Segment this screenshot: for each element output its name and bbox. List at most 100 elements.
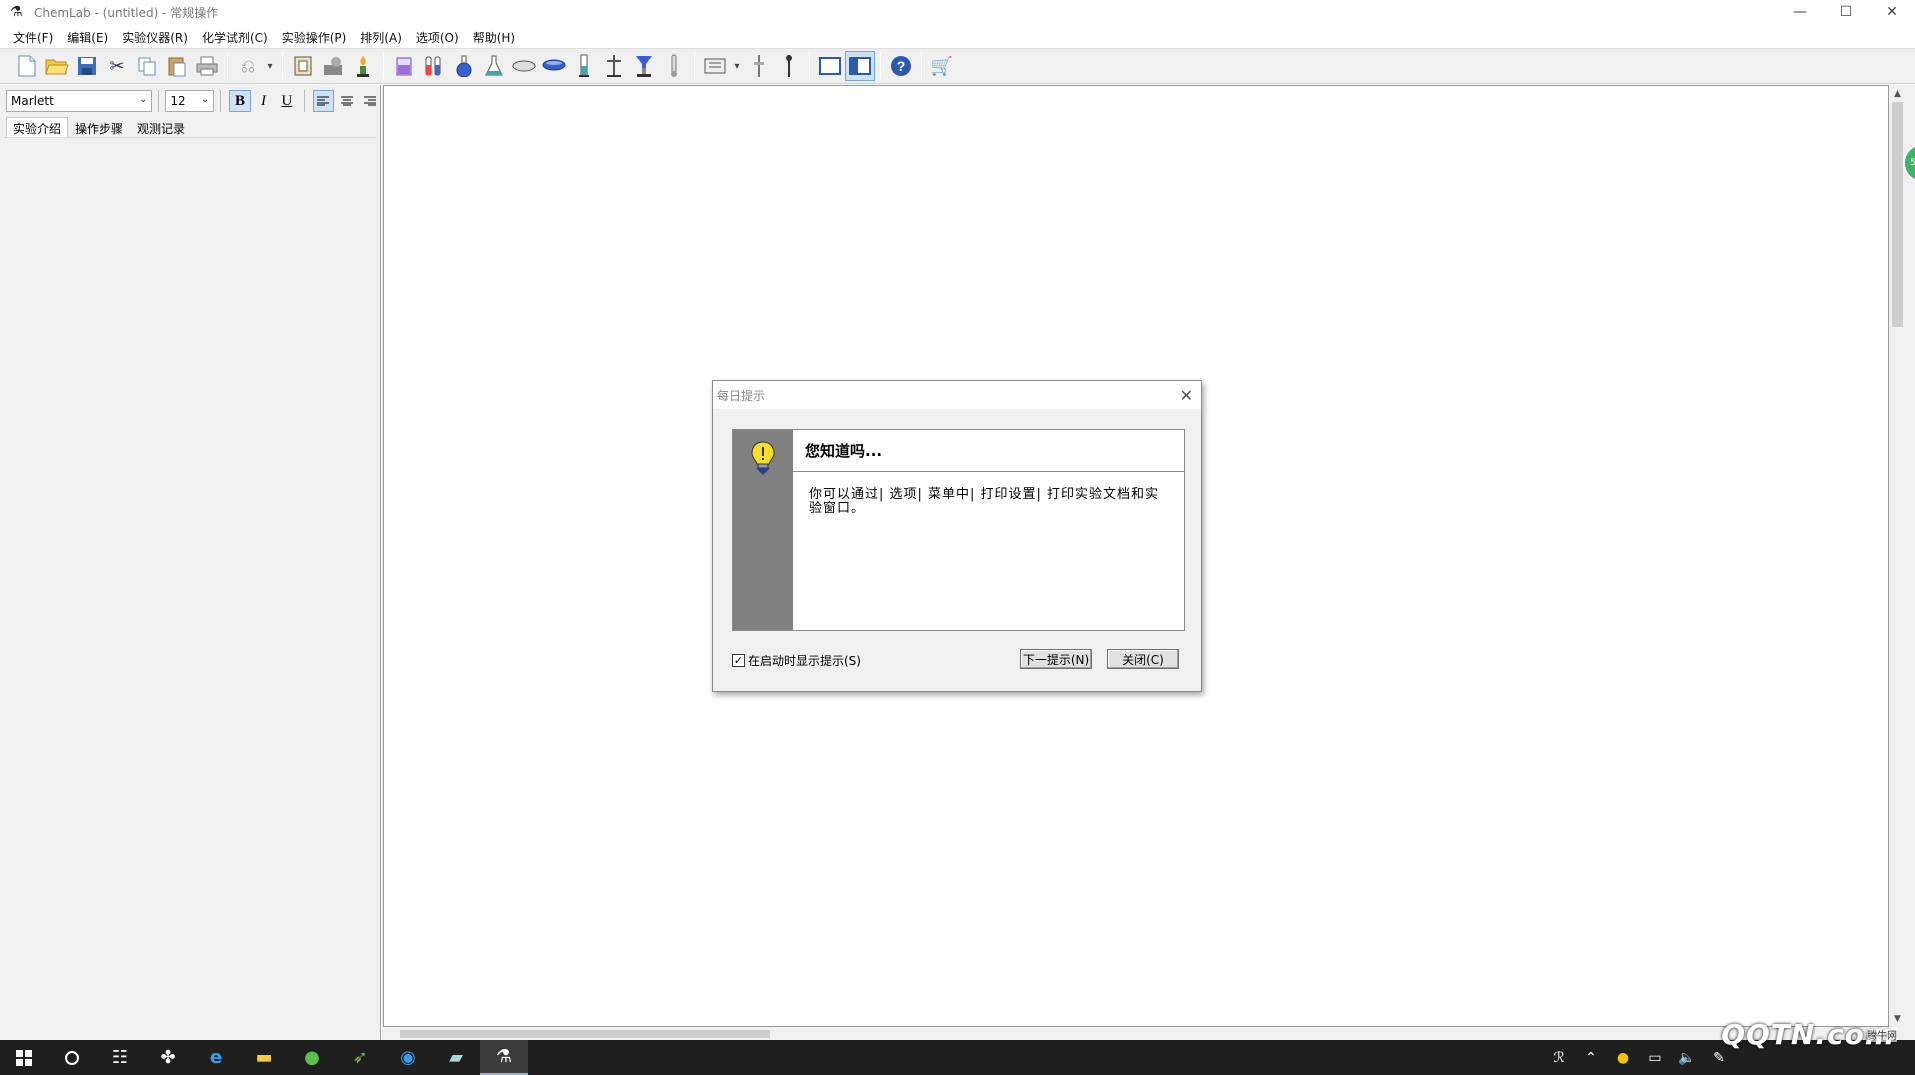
font-size-select[interactable]: 12 ⌄	[165, 90, 215, 112]
search-icon[interactable]	[48, 1040, 96, 1075]
chat-app-icon[interactable]: ◉	[384, 1040, 432, 1075]
dropdown-icon[interactable]: ▾	[263, 51, 277, 81]
font-select-value: Marlett	[11, 94, 54, 108]
edge-browser-icon[interactable]: e	[192, 1040, 240, 1075]
new-document-icon[interactable]	[12, 51, 42, 81]
pen-icon[interactable]: ✎	[1703, 1050, 1735, 1066]
menu-edit[interactable]: 编辑(E)	[60, 29, 115, 46]
people-icon[interactable]: ℛ	[1543, 1050, 1575, 1066]
vertical-scrollbar[interactable]: ▲ ▼	[1889, 85, 1906, 1027]
menu-bar: 文件(F) 编辑(E) 实验仪器(R) 化学试剂(C) 实验操作(P) 排列(A…	[0, 26, 1915, 48]
test-tubes-icon[interactable]	[419, 51, 449, 81]
windows-taskbar: ☷ ✤ e ▬ ● ➶ ◉ ▰ ⚗ ℛ ⌃ ● ▭ 🔈 ✎	[0, 1040, 1915, 1075]
open-folder-icon[interactable]	[42, 51, 72, 81]
stirring-rod-icon[interactable]	[774, 51, 804, 81]
svg-text:?: ?	[897, 58, 906, 74]
minimize-button[interactable]: —	[1777, 0, 1823, 24]
notes-app-icon[interactable]: ▰	[432, 1040, 480, 1075]
crucible-icon[interactable]	[539, 51, 569, 81]
test-tube-rack-icon[interactable]	[318, 51, 348, 81]
pipette-icon[interactable]	[744, 51, 774, 81]
toolbar-separator	[809, 53, 810, 79]
tip-heading: 您知道吗...	[793, 430, 1184, 472]
network-icon[interactable]: ▭	[1639, 1050, 1671, 1066]
left-pane-tabs: 实验介绍 操作步骤 观测记录	[6, 117, 192, 137]
undo-icon[interactable]: ⎌	[233, 51, 263, 81]
vertical-scroll-thumb[interactable]	[1892, 102, 1903, 327]
dropdown-icon[interactable]: ▾	[730, 51, 744, 81]
underline-button[interactable]: U	[276, 90, 297, 112]
windows-start-icon[interactable]	[0, 1040, 48, 1075]
clamp-icon[interactable]	[700, 51, 730, 81]
window-icon[interactable]	[815, 51, 845, 81]
menu-apparatus[interactable]: 实验仪器(R)	[115, 29, 195, 46]
tab-content-area[interactable]	[4, 137, 376, 1037]
menu-help[interactable]: 帮助(H)	[466, 29, 522, 46]
paste-icon[interactable]	[162, 51, 192, 81]
close-button[interactable]: ✕	[1869, 0, 1915, 24]
split-view-icon[interactable]	[845, 51, 875, 81]
toolbar-separator	[694, 53, 695, 79]
left-pane: Marlett ⌄ 12 ⌄ B I U 实验介绍 操作步骤 观测记录	[0, 85, 381, 1040]
tip-of-the-day-dialog: 每日提示 ✕ 您知道吗... 你可以通过| 选项| 菜单中| 打印设置| 打印实…	[712, 380, 1202, 692]
menu-arrange[interactable]: 排列(A)	[353, 29, 409, 46]
feather-app-icon[interactable]: ➶	[336, 1040, 384, 1075]
help-icon[interactable]: ?	[886, 51, 916, 81]
italic-button[interactable]: I	[253, 90, 274, 112]
file-explorer-icon[interactable]: ▬	[240, 1040, 288, 1075]
font-select[interactable]: Marlett ⌄	[6, 90, 153, 112]
menu-reagents[interactable]: 化学试剂(C)	[195, 29, 275, 46]
tab-observations[interactable]: 观测记录	[130, 117, 192, 137]
menu-options[interactable]: 选项(O)	[409, 29, 466, 46]
copy-icon[interactable]	[132, 51, 162, 81]
menu-operations[interactable]: 实验操作(P)	[275, 29, 354, 46]
shopping-cart-icon[interactable]: 🛒	[927, 51, 957, 81]
maximize-button[interactable]: ☐	[1823, 0, 1869, 24]
round-flask-icon[interactable]	[449, 51, 479, 81]
next-tip-button[interactable]: 下一提示(N)	[1020, 649, 1092, 669]
save-icon[interactable]	[72, 51, 102, 81]
chemlab-app-icon: ⚗	[10, 4, 23, 20]
funnel-icon[interactable]	[629, 51, 659, 81]
scroll-up-icon[interactable]: ▲	[1889, 85, 1906, 102]
format-separator	[220, 90, 222, 112]
print-icon[interactable]	[192, 51, 222, 81]
fan-app-icon[interactable]: ✤	[144, 1040, 192, 1075]
toolbar-separator	[282, 53, 283, 79]
align-left-button[interactable]	[312, 90, 335, 112]
window-controls: — ☐ ✕	[1777, 0, 1915, 24]
window-title: ChemLab - (untitled) - 常规操作	[34, 5, 219, 20]
retort-stand-icon[interactable]	[599, 51, 629, 81]
format-separator	[303, 90, 305, 112]
align-right-button[interactable]	[360, 90, 381, 112]
chemlab-taskbar-icon[interactable]: ⚗	[480, 1040, 528, 1075]
horizontal-scrollbar[interactable]	[383, 1027, 1889, 1040]
dialog-close-icon[interactable]: ✕	[1180, 386, 1193, 405]
show-at-startup-label[interactable]: 在启动时显示提示(S)	[748, 652, 861, 669]
tab-steps[interactable]: 操作步骤	[68, 117, 130, 137]
antivirus-icon[interactable]: ●	[1607, 1050, 1639, 1066]
task-view-icon[interactable]: ☷	[96, 1040, 144, 1075]
cut-icon[interactable]: ✂	[102, 51, 132, 81]
dialog-title: 每日提示	[717, 388, 766, 403]
toolbar-separator	[880, 53, 881, 79]
menu-file[interactable]: 文件(F)	[6, 29, 60, 46]
tip-panel: 您知道吗... 你可以通过| 选项| 菜单中| 打印设置| 打印实验文档和实验窗…	[732, 429, 1185, 631]
close-dialog-button[interactable]: 关闭(C)	[1107, 649, 1179, 669]
evaporating-dish-icon[interactable]	[509, 51, 539, 81]
graduated-cylinder-icon[interactable]	[569, 51, 599, 81]
chevron-down-icon: ⌄	[200, 94, 210, 105]
beaker-box-icon[interactable]	[288, 51, 318, 81]
volume-icon[interactable]: 🔈	[1671, 1050, 1703, 1066]
tab-introduction[interactable]: 实验介绍	[6, 117, 69, 137]
jar-icon[interactable]	[389, 51, 419, 81]
horizontal-scroll-thumb[interactable]	[400, 1030, 770, 1038]
thermometer-icon[interactable]	[659, 51, 689, 81]
burner-icon[interactable]	[348, 51, 378, 81]
show-at-startup-checkbox[interactable]: ✓	[732, 653, 745, 667]
align-center-button[interactable]	[336, 90, 357, 112]
conical-flask-icon[interactable]	[479, 51, 509, 81]
browser-icon[interactable]: ●	[288, 1040, 336, 1075]
chevron-up-icon[interactable]: ⌃	[1575, 1050, 1607, 1066]
bold-button[interactable]: B	[229, 90, 251, 112]
